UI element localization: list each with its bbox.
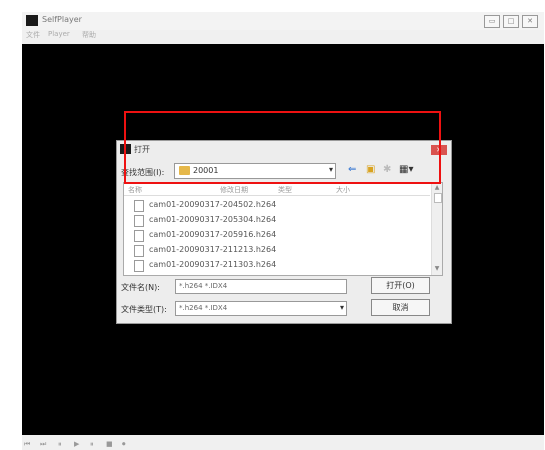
menu-file[interactable]: 文件 [26,30,40,40]
file-icon [134,260,144,272]
menu-help[interactable]: 帮助 [82,30,96,40]
file-icon [134,200,144,212]
file-name: cam01-20090317-211303.h264 [149,260,277,269]
column-name[interactable]: 名称 [128,185,142,195]
filename-value: *.h264 *.IDX4 [179,282,228,290]
file-icon [134,215,144,227]
playback-controls: ⏮ ⏭ ⏸ ▶ ⏸ ■ ⏺ [22,440,544,450]
file-icon [134,245,144,257]
next-icon[interactable]: ⏭ [40,440,46,449]
file-name: cam01-20090317-211213.h264 [149,245,277,254]
menu-player[interactable]: Player [48,30,70,38]
app-icon [26,15,38,26]
highlight-box [124,111,441,184]
scroll-down-icon[interactable]: ▼ [433,265,441,272]
filetype-value: *.h264 *.IDX4 [179,304,228,312]
record-icon[interactable]: ⏺ [122,440,126,449]
play-icon[interactable]: ▶ [74,440,79,448]
cancel-button[interactable]: 取消 [371,299,430,316]
open-button[interactable]: 打开(O) [371,277,430,294]
chevron-down-icon[interactable]: ▾ [340,303,344,312]
file-name: cam01-20090317-204502.h264 [149,200,277,209]
list-item[interactable]: cam01-20090317-205916.h264 [134,229,414,242]
file-list[interactable]: 名称 修改日期 类型 大小 cam01-20090317-204502.h264… [123,182,443,276]
app-title: SelfPlayer [42,15,82,24]
filename-input[interactable]: *.h264 *.IDX4 [175,279,347,294]
filetype-label: 文件类型(T): [121,305,167,314]
file-name: cam01-20090317-205916.h264 [149,230,277,239]
list-item[interactable]: cam01-20090317-211303.h264 [134,259,414,272]
column-type[interactable]: 类型 [278,185,292,195]
filetype-select[interactable]: *.h264 *.IDX4 ▾ [175,301,347,316]
maximize-button[interactable]: □ [503,15,519,28]
file-name: cam01-20090317-205304.h264 [149,215,277,224]
pause-icon[interactable]: ⏸ [58,440,62,449]
header-divider [124,195,430,196]
prev-icon[interactable]: ⏮ [24,440,30,449]
minimize-button[interactable]: ▭ [484,15,500,28]
step-icon[interactable]: ⏸ [90,440,94,449]
list-item[interactable]: cam01-20090317-205304.h264 [134,214,414,227]
column-modified[interactable]: 修改日期 [220,185,248,195]
scroll-up-icon[interactable]: ▲ [433,184,441,191]
list-item[interactable]: cam01-20090317-211213.h264 [134,244,414,257]
column-size[interactable]: 大小 [336,185,350,195]
file-icon [134,230,144,242]
list-item[interactable]: cam01-20090317-204502.h264 [134,199,414,212]
menu-bar: 文件 Player 帮助 [22,30,544,41]
stop-icon[interactable]: ■ [106,440,113,448]
scrollbar[interactable]: ▲ ▼ [431,183,442,275]
title-bar: SelfPlayer ▭ □ ✕ [22,12,544,30]
filename-label: 文件名(N): [121,283,160,292]
scroll-thumb[interactable] [434,193,442,203]
close-button[interactable]: ✕ [522,15,538,28]
